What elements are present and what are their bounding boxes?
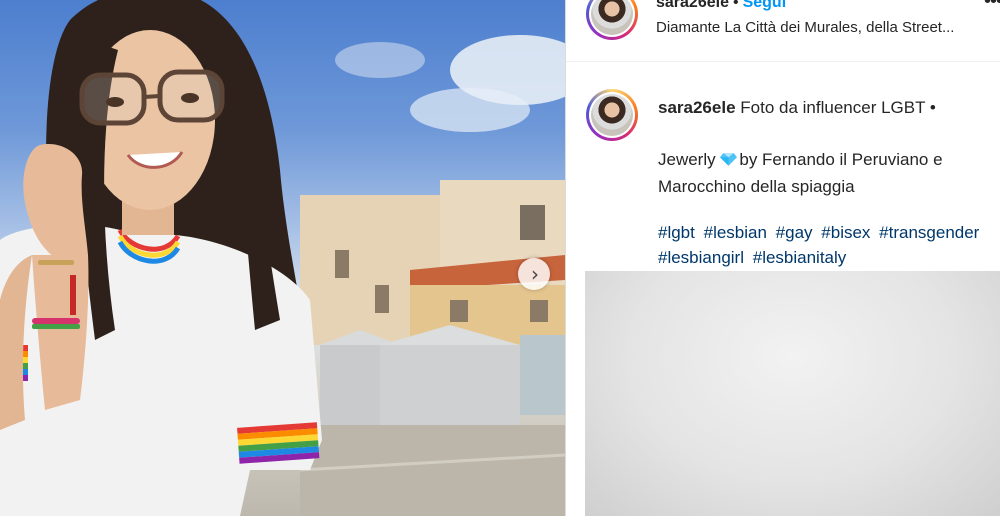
hashtag-link[interactable]: #lgbt: [658, 223, 695, 242]
chevron-right-icon: ›: [531, 262, 539, 286]
caption-body: Jewerly by Fernando il Peruviano e Maroc…: [658, 146, 998, 200]
hashtag-link[interactable]: #gay: [776, 223, 813, 242]
caption-text: Foto da influencer LGBT •: [740, 98, 936, 117]
post-caption: sara26ele Foto da influencer LGBT • Jewe…: [566, 62, 1000, 272]
post-photo: ›: [0, 0, 565, 516]
profile-picture: [591, 0, 633, 35]
hashtag-link[interactable]: #transgender: [879, 223, 979, 242]
hashtag-link[interactable]: #bisex: [821, 223, 870, 242]
avatar[interactable]: [586, 0, 638, 40]
gem-emoji-icon: [720, 153, 738, 166]
username-link[interactable]: sara26ele: [656, 0, 729, 11]
hashtag-link[interactable]: #lesbiangirl: [658, 248, 744, 267]
photo-scene: [0, 0, 565, 516]
caption-avatar[interactable]: [586, 89, 638, 141]
hashtag-list: #lgbt #lesbian #gay #bisex #transgender …: [658, 220, 1000, 270]
blank-overlay-panel: [585, 271, 1000, 516]
caption-jewelry-word: Jewerly: [658, 150, 716, 169]
profile-picture: [591, 94, 633, 136]
hashtag-link[interactable]: #lesbianitaly: [753, 248, 847, 267]
follow-button[interactable]: Segui: [743, 0, 787, 11]
next-photo-button[interactable]: ›: [518, 258, 550, 290]
rainbow-sleeve-right: [237, 422, 320, 464]
location-link[interactable]: Diamante La Città dei Murales, della Str…: [656, 19, 1000, 36]
caption-username-link[interactable]: sara26ele: [658, 98, 736, 117]
separator-dot: •: [732, 0, 739, 11]
more-horizontal-icon[interactable]: •••: [984, 0, 1000, 13]
post-header: sara26ele • Segui Diamante La Città dei Mu…: [566, 0, 1000, 62]
hashtag-link[interactable]: #lesbian: [704, 223, 767, 242]
